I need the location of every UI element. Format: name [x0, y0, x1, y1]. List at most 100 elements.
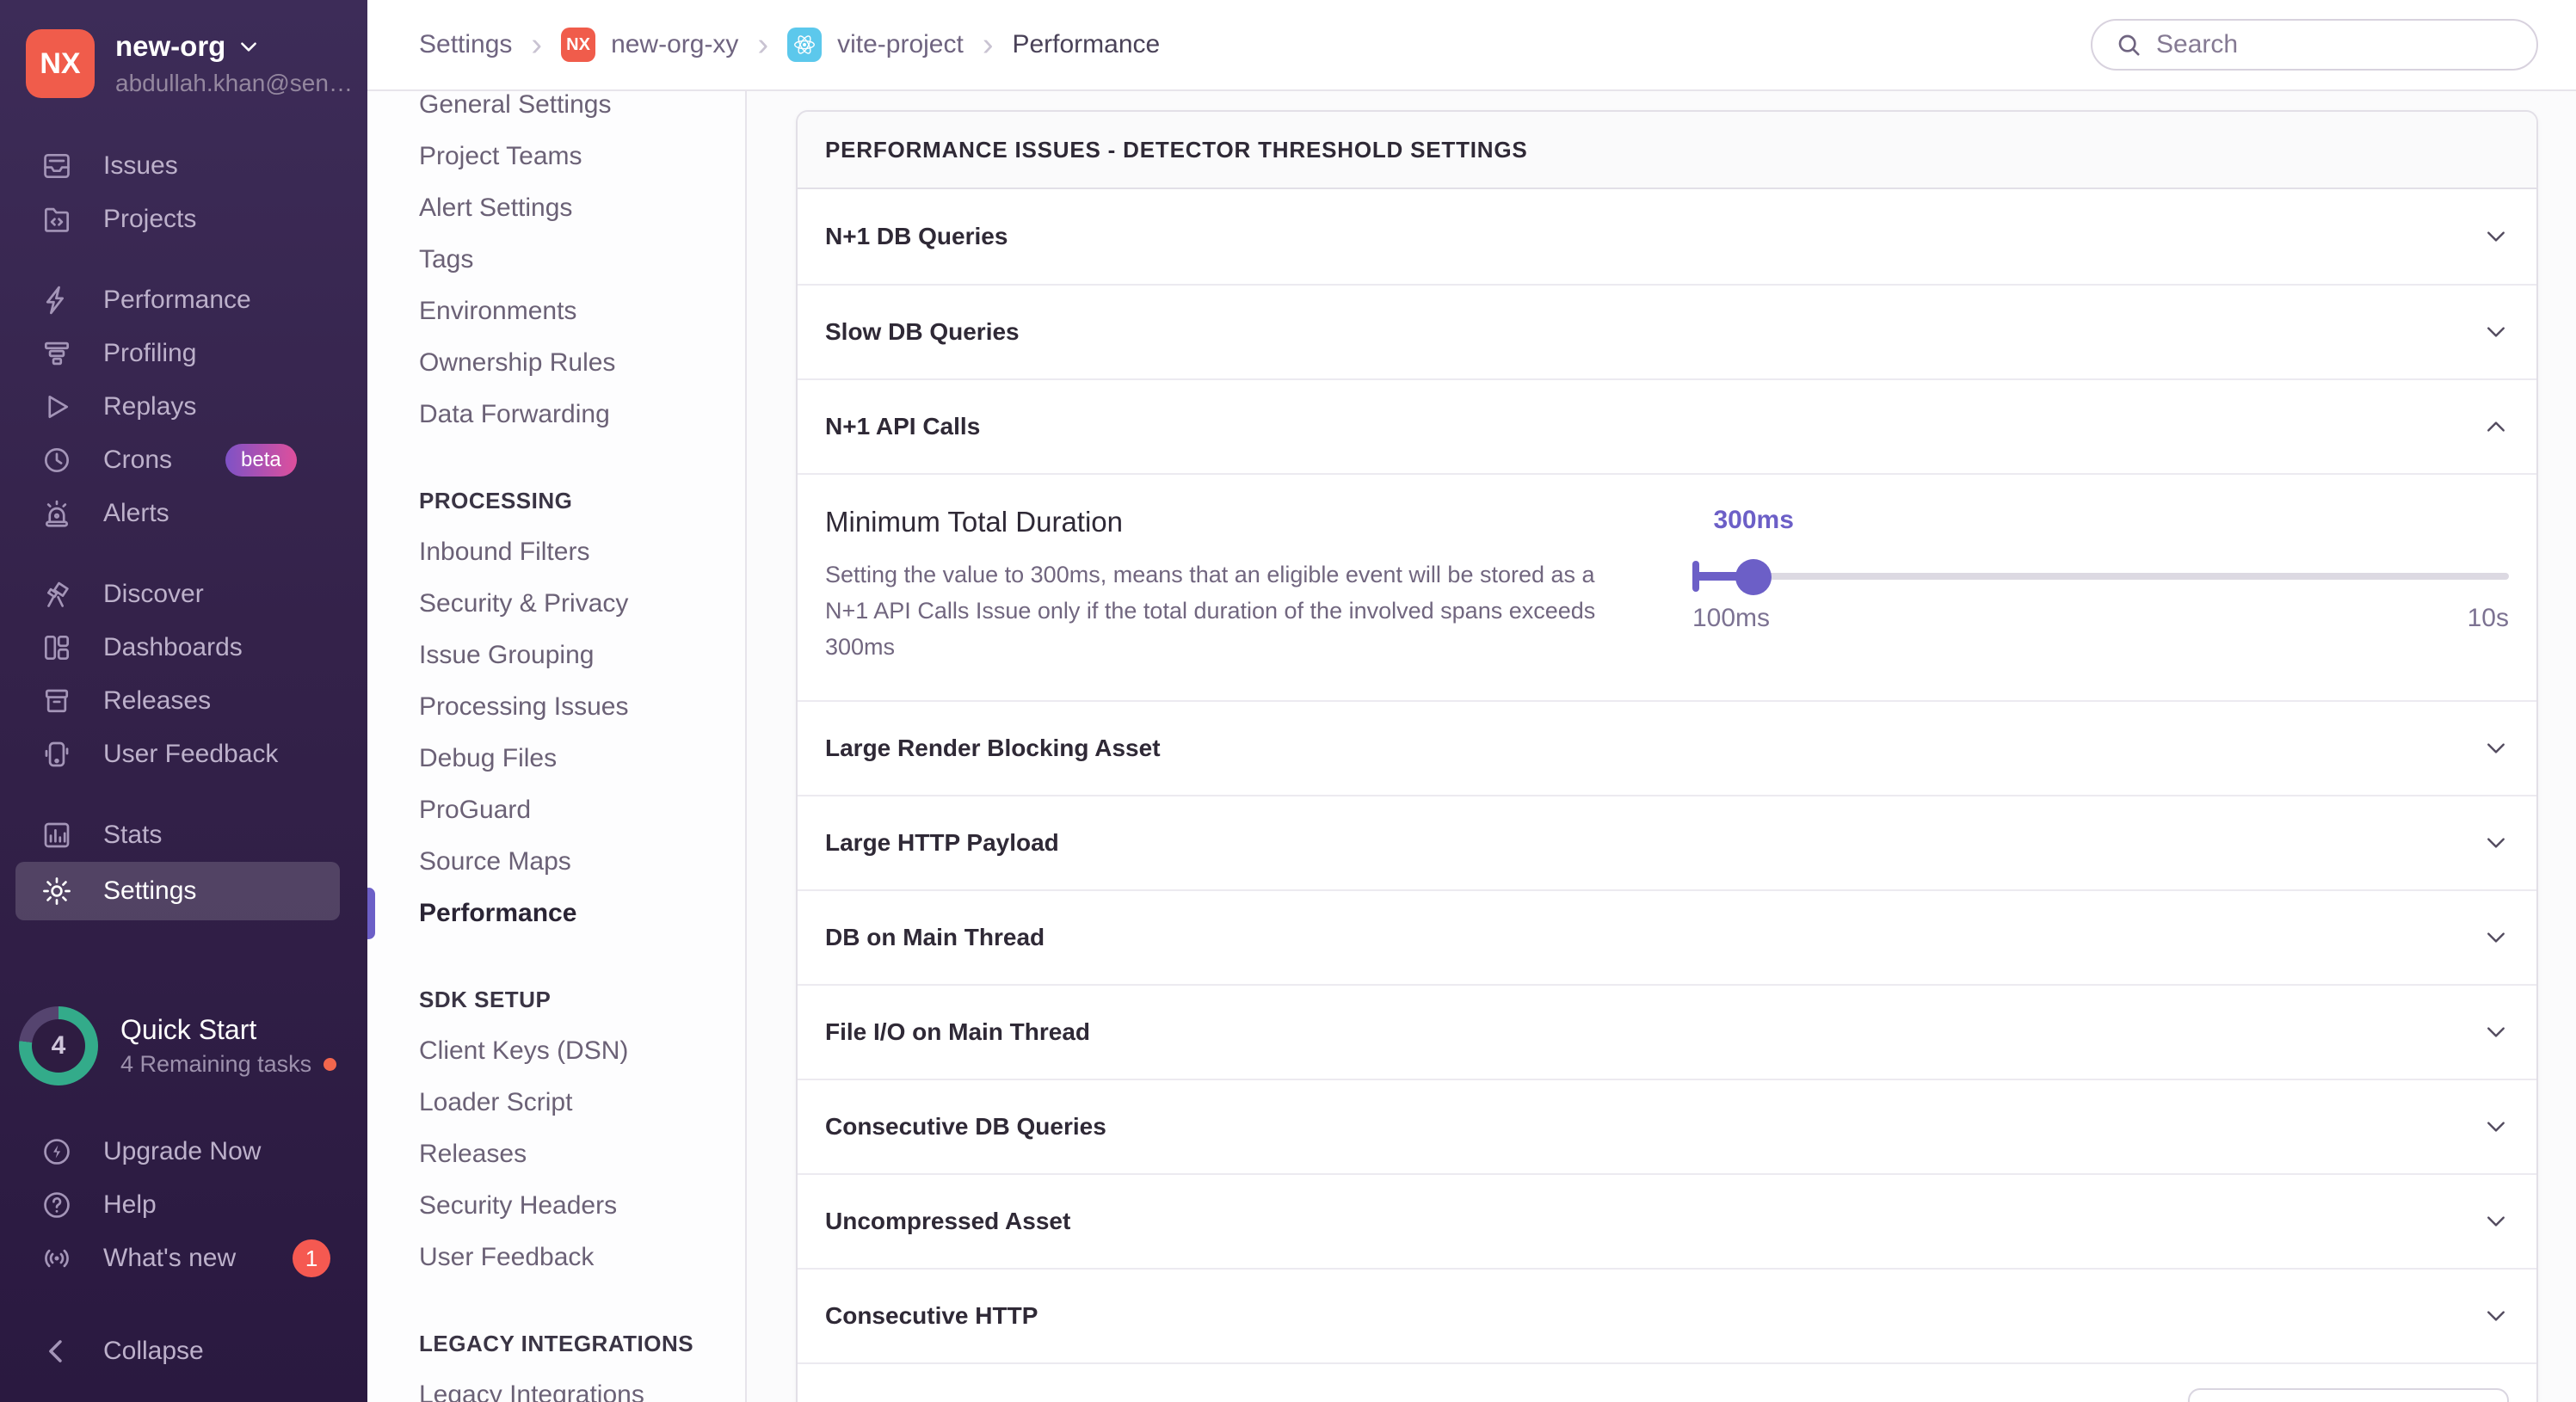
subnav-item-environments[interactable]: Environments	[419, 286, 728, 337]
breadcrumb-settings[interactable]: Settings	[419, 30, 512, 59]
sidebar-item-help[interactable]: Help	[0, 1178, 367, 1232]
sidebar-item-label: User Feedback	[103, 740, 279, 768]
n1-api-calls-threshold-settings: Minimum Total Duration Setting the value…	[798, 473, 2536, 700]
reset-all-thresholds-button[interactable]: Reset All Thresholds	[2187, 1387, 2509, 1402]
sidebar-item-releases[interactable]: Releases	[0, 674, 367, 728]
help-icon	[40, 1188, 74, 1222]
sidebar-collapse-button[interactable]: Collapse	[0, 1325, 367, 1378]
subnav-item-releases[interactable]: Releases	[419, 1128, 728, 1180]
subnav-item-source-maps[interactable]: Source Maps	[419, 836, 728, 888]
subnav-item-project-teams[interactable]: Project Teams	[419, 131, 728, 182]
subnav-item-security-privacy[interactable]: Security & Privacy	[419, 578, 728, 630]
sidebar-item-whats-new[interactable]: What's new 1	[0, 1232, 367, 1285]
user-feedback-icon	[40, 737, 74, 772]
subnav-item-issue-grouping[interactable]: Issue Grouping	[419, 630, 728, 681]
subnav-item-proguard[interactable]: ProGuard	[419, 784, 728, 836]
slider-min-tick	[1692, 561, 1699, 592]
sidebar-item-issues[interactable]: Issues	[0, 139, 367, 193]
sidebar-item-projects[interactable]: Projects	[0, 193, 367, 246]
profiling-icon	[40, 336, 74, 371]
breadcrumb-project[interactable]: vite-project	[787, 28, 964, 62]
breadcrumb-separator	[757, 28, 768, 61]
subnav-item-ownership-rules[interactable]: Ownership Rules	[419, 337, 728, 389]
subnav-item-loader-script[interactable]: Loader Script	[419, 1077, 728, 1128]
subnav-section-legacy-integrations: LEGACY INTEGRATIONS	[419, 1331, 694, 1356]
detector-row-large-render-blocking-asset[interactable]: Large Render Blocking Asset	[798, 699, 2536, 795]
sidebar-item-label: Crons	[103, 446, 173, 474]
breadcrumb: Settings NX new-org-xy	[419, 28, 1160, 62]
subnav-item-user-feedback[interactable]: User Feedback	[419, 1232, 728, 1283]
subnav-item-general-settings[interactable]: General Settings	[419, 91, 728, 131]
detector-row-n1-db-queries[interactable]: N+1 DB Queries	[798, 189, 2536, 284]
sidebar-item-replays[interactable]: Replays	[0, 380, 367, 434]
threshold-description-block: Minimum Total Duration Setting the value…	[825, 506, 1642, 666]
sidebar-item-settings[interactable]: Settings	[15, 862, 340, 920]
chevron-down-icon	[2483, 1114, 2509, 1140]
detector-row-db-on-main-thread[interactable]: DB on Main Thread	[798, 889, 2536, 984]
subnav-item-debug-files[interactable]: Debug Files	[419, 733, 728, 784]
sidebar-item-alerts[interactable]: Alerts	[0, 487, 367, 540]
breadcrumb-organization[interactable]: NX new-org-xy	[561, 28, 738, 62]
breadcrumb-performance: Performance	[1012, 30, 1161, 58]
crons-icon	[40, 443, 74, 477]
sidebar-item-stats[interactable]: Stats	[0, 809, 367, 862]
slider-track[interactable]	[1692, 559, 2509, 595]
subnav-item-data-forwarding[interactable]: Data Forwarding	[419, 389, 728, 440]
detector-row-consecutive-db-queries[interactable]: Consecutive DB Queries	[798, 1078, 2536, 1173]
search-input[interactable]	[2156, 30, 2514, 59]
subnav-section-sdk-setup: SDK SETUP	[419, 987, 552, 1012]
sidebar-item-upgrade-now[interactable]: Upgrade Now	[0, 1125, 367, 1178]
org-badge-icon: NX	[561, 28, 596, 62]
breadcrumb-separator	[531, 28, 542, 61]
releases-icon	[40, 684, 74, 718]
org-switcher[interactable]: NX new-org abdullah.khan@sen…	[0, 0, 367, 122]
detector-row-n1-api-calls[interactable]: N+1 API Calls	[798, 378, 2536, 473]
sidebar: NX new-org abdullah.khan@sen… Issues Pro…	[0, 0, 367, 1402]
chevron-down-icon	[2483, 1208, 2509, 1234]
sidebar-item-dashboards[interactable]: Dashboards	[0, 621, 367, 674]
main-area: Settings NX new-org-xy	[367, 0, 2576, 1402]
sidebar-item-label: What's new	[103, 1244, 237, 1272]
chevron-down-icon	[2483, 319, 2509, 345]
chevron-left-icon	[40, 1334, 74, 1368]
detector-row-uncompressed-asset[interactable]: Uncompressed Asset	[798, 1172, 2536, 1268]
subnav-item-alert-settings[interactable]: Alert Settings	[419, 182, 728, 234]
sidebar-item-performance[interactable]: Performance	[0, 274, 367, 327]
detector-row-slow-db-queries[interactable]: Slow DB Queries	[798, 284, 2536, 378]
search-icon	[2118, 34, 2140, 56]
detector-row-file-io-on-main-thread[interactable]: File I/O on Main Thread	[798, 983, 2536, 1079]
sidebar-item-label: Profiling	[103, 339, 197, 367]
sidebar-item-user-feedback[interactable]: User Feedback	[0, 728, 367, 781]
chevron-down-icon	[2483, 830, 2509, 856]
stats-icon	[40, 818, 74, 852]
subnav-item-legacy-integrations[interactable]: Legacy Integrations	[419, 1369, 728, 1402]
settings-gear-icon	[40, 874, 74, 908]
subnav-item-security-headers[interactable]: Security Headers	[419, 1180, 728, 1232]
search-box[interactable]	[2091, 19, 2538, 71]
detector-row-consecutive-http[interactable]: Consecutive HTTP	[798, 1267, 2536, 1362]
main-content: PERFORMANCE ISSUES - DETECTOR THRESHOLD …	[747, 91, 2576, 1402]
threshold-title: Minimum Total Duration	[825, 506, 1124, 538]
chevron-down-icon	[2483, 1019, 2509, 1045]
notification-dot	[324, 1058, 337, 1071]
slider-range-labels: 100ms 10s	[1692, 604, 2509, 633]
sidebar-item-crons[interactable]: Crons beta	[0, 434, 367, 487]
detector-row-large-http-payload[interactable]: Large HTTP Payload	[798, 794, 2536, 889]
quick-start[interactable]: 4 Quick Start 4 Remaining tasks	[0, 989, 367, 1103]
subnav-item-processing-issues[interactable]: Processing Issues	[419, 681, 728, 733]
threshold-description: Setting the value to 300ms, means that a…	[825, 562, 1596, 660]
sidebar-item-label: Collapse	[103, 1337, 204, 1365]
sidebar-item-discover[interactable]: Discover	[0, 568, 367, 621]
subnav-item-performance[interactable]: Performance	[419, 888, 728, 939]
quick-start-subtitle: 4 Remaining tasks	[120, 1051, 312, 1077]
subnav-item-inbound-filters[interactable]: Inbound Filters	[419, 526, 728, 578]
app-root: NX new-org abdullah.khan@sen… Issues Pro…	[0, 0, 2576, 1402]
sidebar-item-label: Alerts	[103, 499, 169, 527]
sidebar-item-profiling[interactable]: Profiling	[0, 327, 367, 380]
subnav-item-client-keys[interactable]: Client Keys (DSN)	[419, 1025, 728, 1077]
slider-thumb[interactable]	[1735, 559, 1772, 595]
quick-start-progress-ring: 4	[19, 1006, 98, 1085]
quick-start-meta: Quick Start 4 Remaining tasks	[120, 1014, 337, 1078]
subnav-item-tags[interactable]: Tags	[419, 234, 728, 286]
